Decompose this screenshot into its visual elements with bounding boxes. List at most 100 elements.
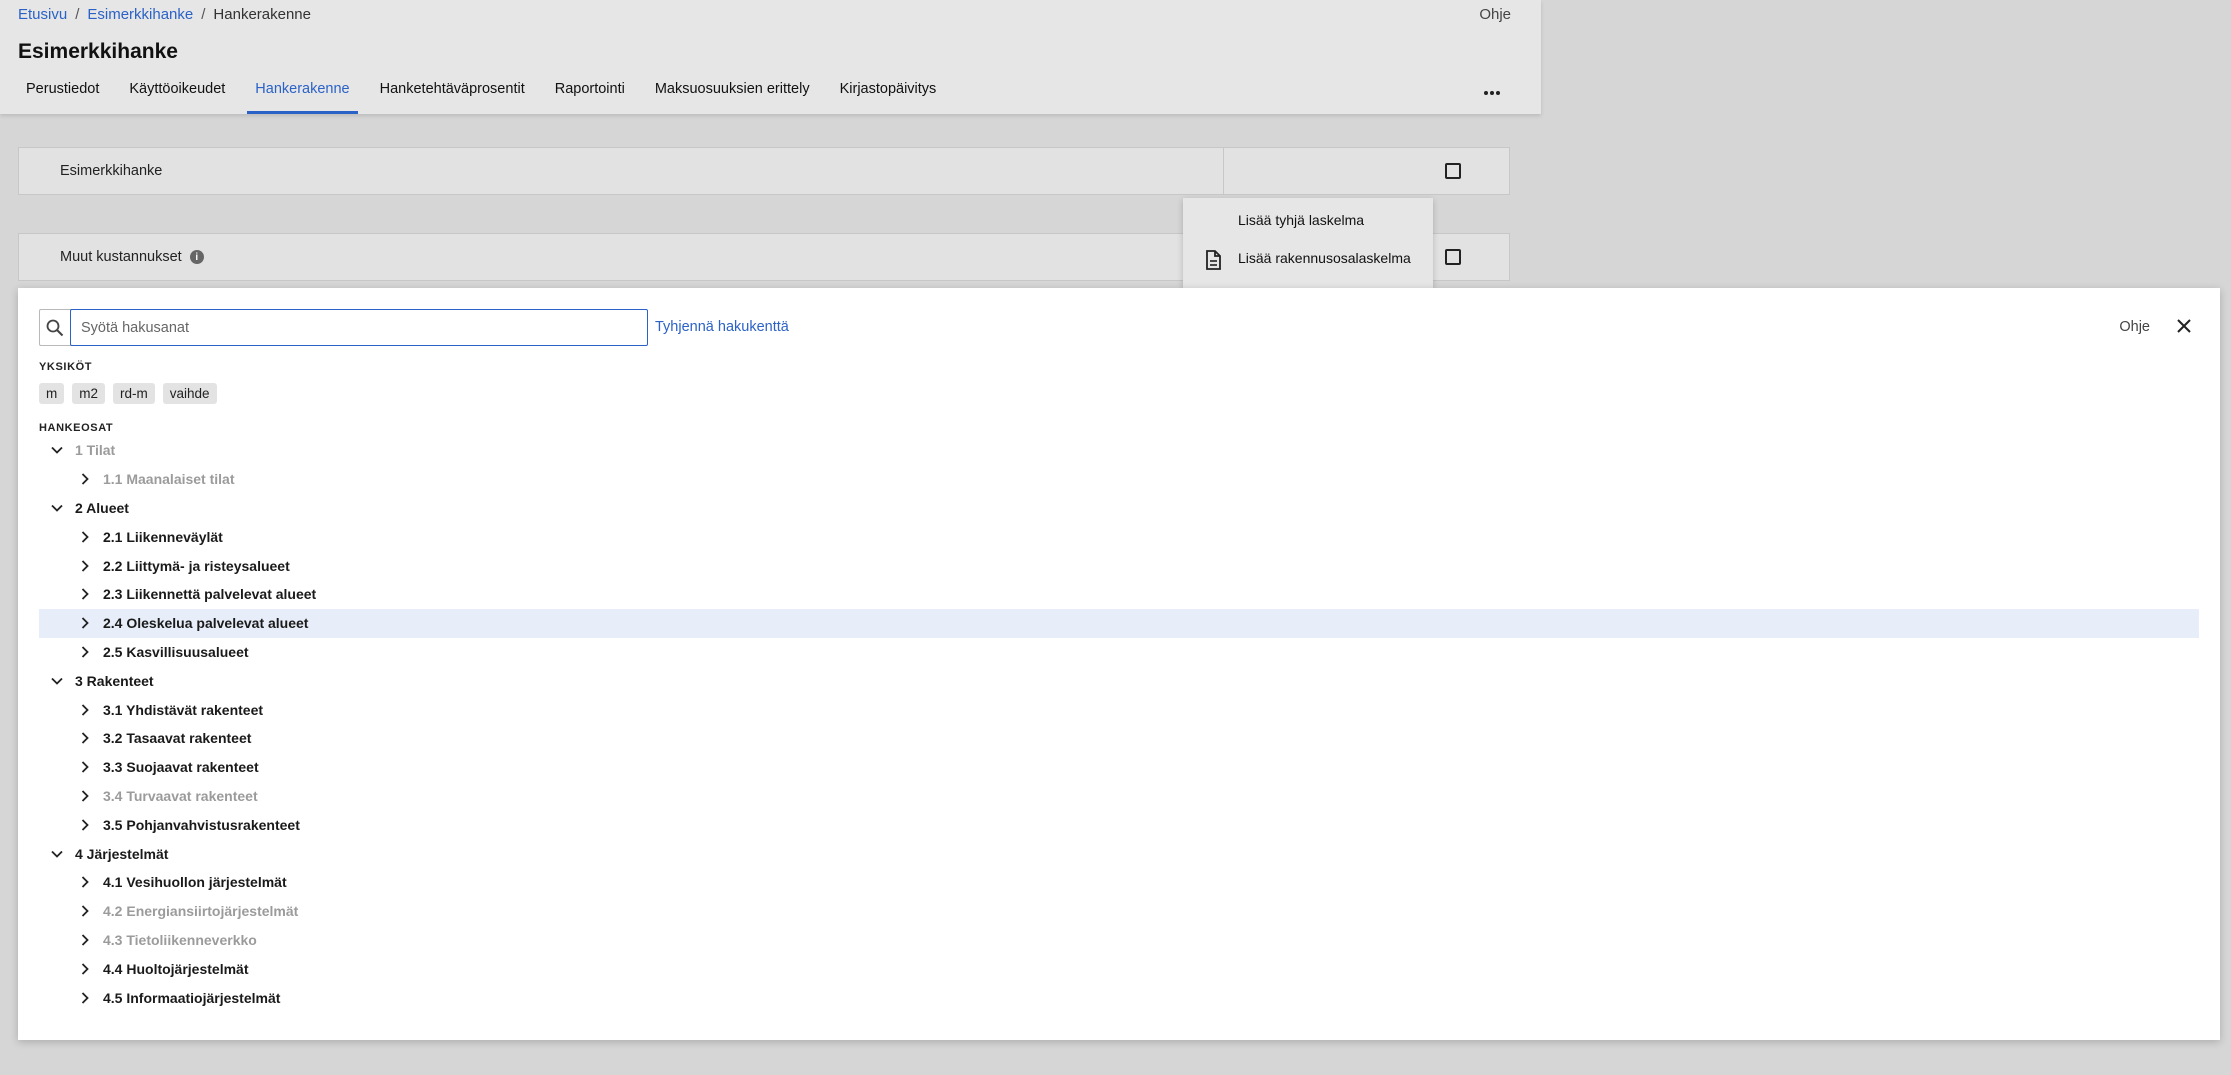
- tree-node-label: 4.2 Energiansiirtojärjestelmät: [103, 903, 299, 920]
- tree-node[interactable]: 4 Järjestelmät: [39, 839, 2199, 868]
- project-row-label: Esimerkkihanke: [60, 163, 163, 179]
- chevron-down-icon[interactable]: [49, 846, 65, 862]
- tree-node[interactable]: 2.4 Oleskelua palvelevat alueet: [39, 608, 2199, 638]
- chevron-right-icon[interactable]: [77, 932, 93, 948]
- tab-hanketehtavaprosentit[interactable]: Hanketehtäväprosentit: [372, 76, 533, 114]
- chevron-right-icon[interactable]: [77, 730, 93, 746]
- tree-node[interactable]: 4.3 Tietoliikenneverkko: [39, 926, 2199, 955]
- tree-node[interactable]: 4.5 Informaatiojärjestelmät: [39, 983, 2199, 1012]
- breadcrumb: Etusivu / Esimerkkihanke / Hankerakenne: [18, 6, 311, 23]
- tree-node[interactable]: 2.3 Liikennettä palvelevat alueet: [39, 580, 2199, 609]
- chevron-right-icon[interactable]: [77, 529, 93, 545]
- tree-node-label: 2.1 Liikenneväylät: [103, 528, 223, 545]
- tree-node-label: 2.3 Liikennettä palvelevat alueet: [103, 586, 317, 603]
- chevron-right-icon[interactable]: [77, 817, 93, 833]
- chevron-right-icon[interactable]: [77, 558, 93, 574]
- chevron-right-icon[interactable]: [77, 615, 93, 631]
- tree-node-label: 3.5 Pohjanvahvistusrakenteet: [103, 816, 300, 833]
- tree-node-label: 3.1 Yhdistävät rakenteet: [103, 701, 264, 718]
- tree-node-label: 2.2 Liittymä- ja risteysalueet: [103, 557, 290, 574]
- ellipsis-icon[interactable]: [1483, 84, 1501, 96]
- tree-node[interactable]: 3.2 Tasaavat rakenteet: [39, 724, 2199, 753]
- page-header: Etusivu / Esimerkkihanke / Hankerakenne Ohje…: [0, 0, 1541, 114]
- unit-chip[interactable]: m: [39, 383, 65, 404]
- tree-node-label: 2 Alueet: [75, 499, 129, 516]
- tree-node[interactable]: 1.1 Maanalaiset tilat: [39, 465, 2199, 494]
- panel-help-link[interactable]: Ohje: [2119, 319, 2150, 335]
- project-row[interactable]: Esimerkkihanke: [18, 147, 1510, 195]
- tree-node[interactable]: 2.5 Kasvillisuusalueet: [39, 638, 2199, 667]
- tree-node[interactable]: 2.2 Liittymä- ja risteysalueet: [39, 551, 2199, 580]
- tab-raportointi[interactable]: Raportointi: [547, 76, 633, 114]
- breadcrumb-current: Hankerakenne: [213, 6, 311, 23]
- chevron-right-icon[interactable]: [77, 961, 93, 977]
- unit-chip[interactable]: m2: [72, 383, 106, 404]
- chevron-right-icon[interactable]: [77, 471, 93, 487]
- tree-node-label: 3.4 Turvaavat rakenteet: [103, 787, 258, 804]
- unit-chip[interactable]: rd-m: [113, 383, 155, 404]
- project-row-checkbox[interactable]: [1445, 163, 1461, 179]
- other-costs-checkbox[interactable]: [1445, 249, 1461, 265]
- close-icon[interactable]: [2176, 318, 2192, 339]
- chevron-right-icon[interactable]: [77, 586, 93, 602]
- page-title: Esimerkkihanke: [18, 40, 178, 63]
- chevron-down-icon[interactable]: [49, 673, 65, 689]
- tree-node-label: 1 Tilat: [75, 442, 116, 459]
- tree-node-label: 4 Järjestelmät: [75, 845, 169, 862]
- tree-node[interactable]: 4.1 Vesihuollon järjestelmät: [39, 868, 2199, 897]
- chevron-right-icon[interactable]: [77, 990, 93, 1006]
- tree-node-label: 4.3 Tietoliikenneverkko: [103, 931, 257, 948]
- tab-maksuosuuksien-erittely[interactable]: Maksuosuuksien erittely: [647, 76, 818, 114]
- units-title: YKSIKÖT: [39, 361, 93, 373]
- tab-hankerakenne[interactable]: Hankerakenne: [247, 76, 358, 114]
- chevron-down-icon[interactable]: [49, 442, 65, 458]
- tree-node[interactable]: 3.1 Yhdistävät rakenteet: [39, 695, 2199, 724]
- tree-node[interactable]: 4.2 Energiansiirtojärjestelmät: [39, 897, 2199, 926]
- tree-node[interactable]: 4.4 Huoltojärjestelmät: [39, 954, 2199, 983]
- tree-node-label: 4.5 Informaatiojärjestelmät: [103, 989, 281, 1006]
- tree-node-label: 4.1 Vesihuollon järjestelmät: [103, 874, 287, 891]
- menu-item-add-building-part[interactable]: Lisää rakennusosalaskelma: [1238, 250, 1411, 266]
- breadcrumb-separator: /: [75, 6, 80, 23]
- menu-item-add-empty[interactable]: Lisää tyhjä laskelma: [1238, 212, 1364, 228]
- header-help-link[interactable]: Ohje: [1479, 6, 1511, 23]
- tree-node-label: 1.1 Maanalaiset tilat: [103, 471, 235, 488]
- tree-node[interactable]: 3 Rakenteet: [39, 666, 2199, 695]
- chevron-right-icon[interactable]: [77, 644, 93, 660]
- chevron-right-icon[interactable]: [77, 702, 93, 718]
- tab-kayttooikeudet[interactable]: Käyttöoikeudet: [121, 76, 233, 114]
- breadcrumb-project-link[interactable]: Esimerkkihanke: [87, 6, 193, 23]
- tree-node-label: 3.2 Tasaavat rakenteet: [103, 730, 252, 747]
- info-icon[interactable]: i: [189, 250, 204, 264]
- breadcrumb-separator: /: [201, 6, 206, 23]
- tree-node[interactable]: 3.4 Turvaavat rakenteet: [39, 782, 2199, 811]
- tree-node-label: 4.4 Huoltojärjestelmät: [103, 960, 249, 977]
- tab-perustiedot[interactable]: Perustiedot: [18, 76, 107, 114]
- tree-node[interactable]: 2 Alueet: [39, 494, 2199, 523]
- tree-node[interactable]: 2.1 Liikenneväylät: [39, 522, 2199, 551]
- clear-search-link[interactable]: Tyhjennä hakukenttä: [655, 319, 789, 335]
- chevron-right-icon[interactable]: [77, 759, 93, 775]
- chevron-right-icon[interactable]: [77, 903, 93, 919]
- units-list: m m2 rd-m vaihde: [39, 383, 217, 404]
- tree-node[interactable]: 1 Tilat: [39, 436, 2199, 465]
- tree-node[interactable]: 3.5 Pohjanvahvistusrakenteet: [39, 810, 2199, 839]
- tree-node-label: 3 Rakenteet: [75, 672, 154, 689]
- chevron-right-icon[interactable]: [77, 874, 93, 890]
- search-panel: Tyhjennä hakukenttä Ohje YKSIKÖT m m2 rd…: [18, 288, 2220, 1040]
- add-calculation-menu: Lisää tyhjä laskelma Lisää rakennusosala…: [1183, 198, 1433, 288]
- tree-node[interactable]: 3.3 Suojaavat rakenteet: [39, 753, 2199, 782]
- chevron-right-icon[interactable]: [77, 788, 93, 804]
- search-icon: [40, 310, 70, 345]
- tree-node-label: 3.3 Suojaavat rakenteet: [103, 759, 259, 776]
- chevron-down-icon[interactable]: [49, 500, 65, 516]
- search-input[interactable]: [70, 309, 648, 346]
- tab-kirjastopaivitys[interactable]: Kirjastopäivitys: [832, 76, 945, 114]
- breadcrumb-home-link[interactable]: Etusivu: [18, 6, 67, 23]
- search-box: [39, 309, 648, 346]
- tree-node-label: 2.5 Kasvillisuusalueet: [103, 643, 249, 660]
- other-costs-label: Muut kustannukset i: [60, 249, 204, 265]
- document-icon: [1205, 250, 1221, 275]
- unit-chip[interactable]: vaihde: [162, 383, 217, 404]
- tree-node-label: 2.4 Oleskelua palvelevat alueet: [103, 615, 309, 632]
